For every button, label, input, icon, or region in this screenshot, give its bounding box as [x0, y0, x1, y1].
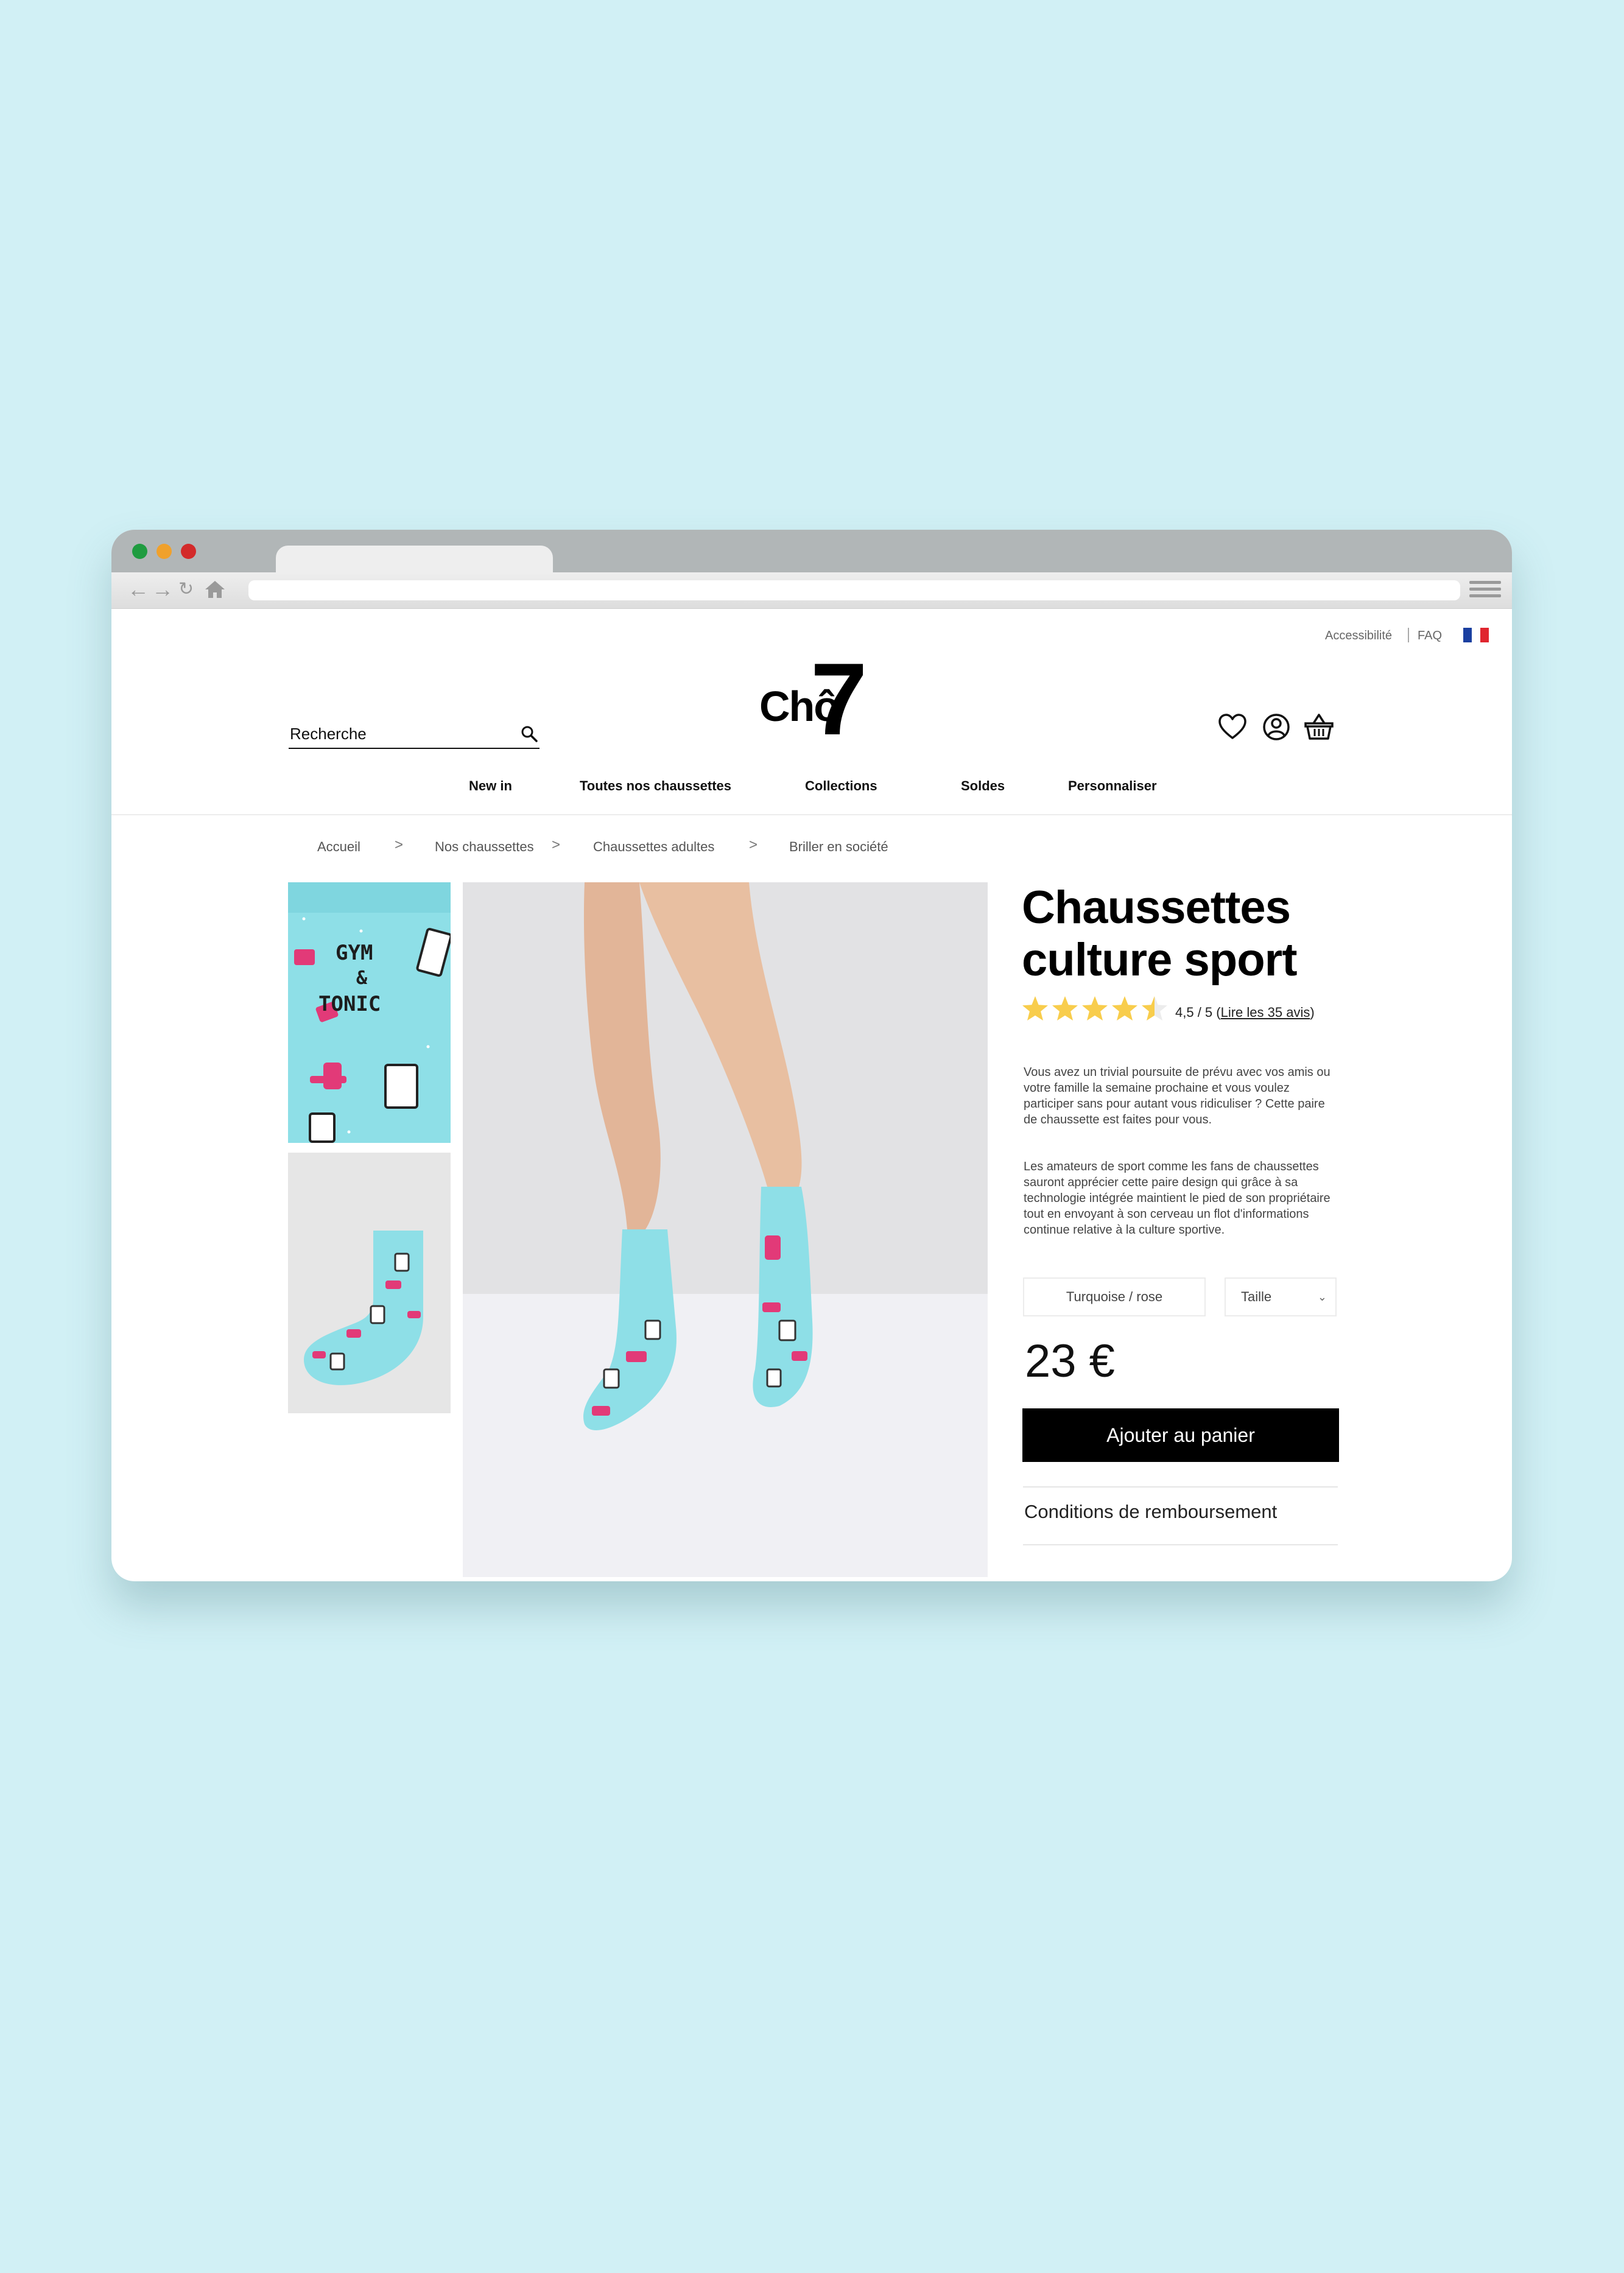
nav-all-socks[interactable]: Toutes nos chaussettes	[580, 778, 731, 794]
nav-collections[interactable]: Collections	[805, 778, 877, 794]
breadcrumb-separator: >	[749, 837, 758, 853]
breadcrumb-home[interactable]: Accueil	[317, 839, 360, 855]
breadcrumb-separator: >	[552, 837, 561, 853]
reload-icon[interactable]: ↻	[178, 576, 194, 603]
refund-conditions-accordion[interactable]: Conditions de remboursement	[1024, 1501, 1277, 1523]
browser-tab[interactable]	[276, 546, 553, 575]
product-thumbnail-pattern[interactable]: GYM & TONIC	[288, 882, 451, 1143]
logo-mark: 7	[810, 642, 868, 756]
product-description-2: Les amateurs de sport comme les fans de …	[1024, 1160, 1330, 1237]
french-flag-icon[interactable]	[1463, 628, 1489, 642]
product-thumbnail-sock[interactable]	[288, 1153, 451, 1413]
divider	[1023, 1486, 1338, 1488]
model-legs-illustration	[583, 882, 813, 1430]
back-arrow-icon[interactable]: ←	[127, 576, 149, 603]
forward-arrow-icon[interactable]: →	[152, 576, 174, 603]
user-icon[interactable]	[1260, 711, 1292, 743]
window-maximize-dot[interactable]	[132, 544, 147, 559]
brand-logo[interactable]: Chô 7	[759, 648, 869, 750]
window-minimize-dot[interactable]	[156, 544, 172, 559]
add-to-cart-button[interactable]: Ajouter au panier	[1022, 1408, 1339, 1462]
star-rating	[1022, 996, 1167, 1021]
nav-sales[interactable]: Soldes	[961, 778, 1005, 794]
utility-divider	[1408, 628, 1409, 642]
breadcrumb-current: Briller en société	[789, 839, 888, 854]
product-description-1: Vous avez un trivial poursuite de prévu …	[1024, 1066, 1330, 1126]
reviews-link[interactable]: Lire les 35 avis	[1221, 1005, 1310, 1020]
star-icon	[1052, 996, 1078, 1021]
breadcrumb-adult-socks[interactable]: Chaussettes adultes	[593, 839, 714, 855]
thumb-text-gym: GYM	[336, 941, 373, 965]
product-title: Chaussettes culture sport	[1022, 882, 1375, 986]
thumb-text-and: &	[356, 968, 368, 989]
product-price: 23 €	[1025, 1335, 1115, 1387]
star-icon	[1022, 996, 1048, 1021]
rating-summary: 4,5 / 5 (Lire les 35 avis)	[1175, 1005, 1315, 1021]
nav-customize[interactable]: Personnaliser	[1068, 778, 1157, 794]
star-icon	[1112, 996, 1137, 1021]
product-title-line-1: Chaussettes	[1022, 882, 1291, 933]
search-bar	[289, 718, 540, 749]
basket-icon[interactable]	[1303, 711, 1335, 743]
color-select[interactable]: Turquoise / rose	[1023, 1277, 1206, 1316]
search-icon[interactable]	[520, 725, 538, 743]
sock-illustration	[304, 1231, 423, 1385]
size-select[interactable]: Taille ⌄	[1225, 1277, 1337, 1316]
rating-close-paren: )	[1310, 1005, 1315, 1020]
nav-divider	[111, 814, 1512, 815]
nav-new-in[interactable]: New in	[469, 778, 512, 794]
color-select-value: Turquoise / rose	[1066, 1289, 1163, 1304]
home-icon[interactable]	[204, 580, 226, 599]
thumb-text-tonic: TONIC	[318, 992, 381, 1016]
rating-value: 4,5 / 5 (	[1175, 1005, 1221, 1020]
window-close-dot[interactable]	[181, 544, 196, 559]
product-main-image	[463, 882, 988, 1577]
product-title-line-2: culture sport	[1022, 934, 1298, 986]
accessibility-link[interactable]: Accessibilité	[1325, 629, 1392, 643]
divider	[1023, 1544, 1338, 1545]
search-input[interactable]	[290, 723, 503, 744]
faq-link[interactable]: FAQ	[1418, 629, 1442, 643]
size-select-value: Taille	[1241, 1289, 1272, 1304]
breadcrumb-our-socks[interactable]: Nos chaussettes	[435, 839, 534, 855]
address-bar[interactable]	[248, 580, 1460, 600]
heart-icon[interactable]	[1217, 711, 1248, 743]
star-icon	[1082, 996, 1108, 1021]
browser-tab-bar	[111, 530, 1512, 575]
chevron-down-icon: ⌄	[1317, 1291, 1327, 1303]
half-star-icon	[1142, 996, 1167, 1021]
breadcrumb-separator: >	[395, 837, 404, 853]
hamburger-menu-icon[interactable]	[1469, 581, 1501, 600]
